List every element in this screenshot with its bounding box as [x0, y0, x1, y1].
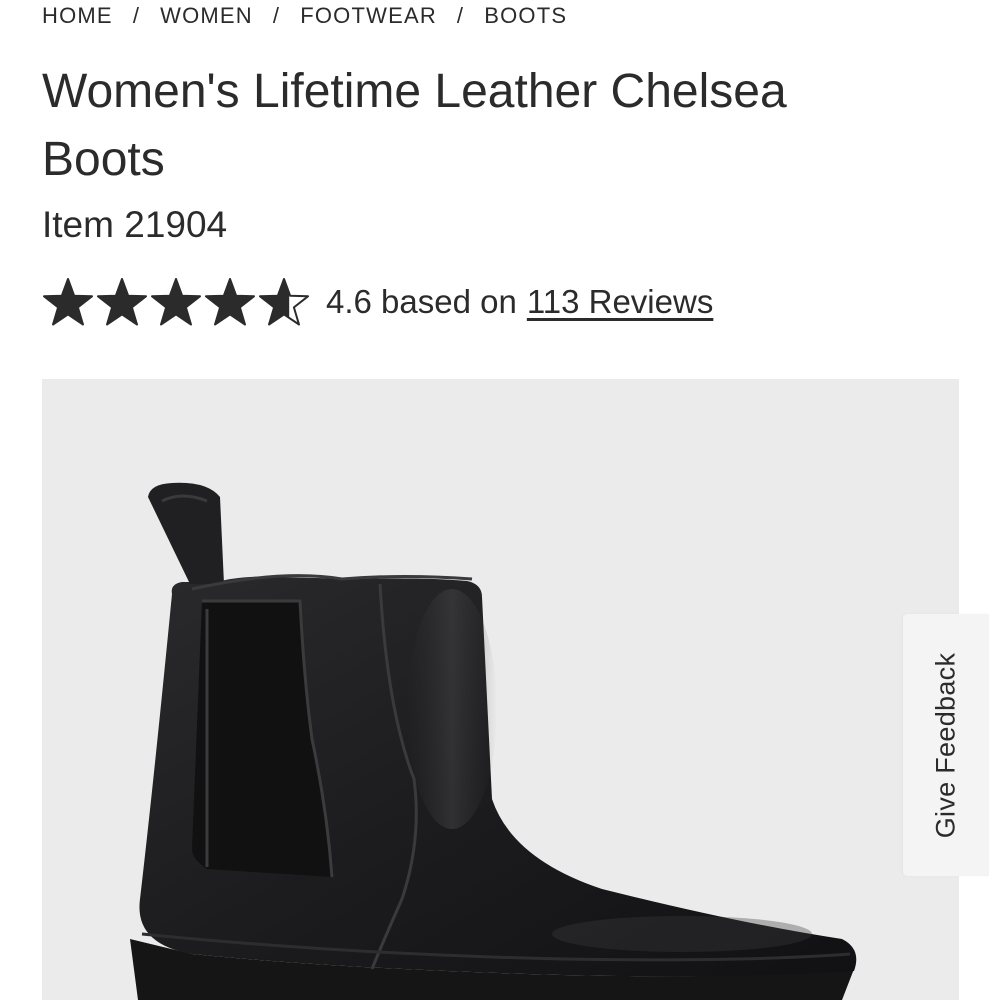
product-title: Women's Lifetime Leather Chelsea Boots: [42, 65, 787, 186]
breadcrumb-separator: /: [132, 3, 141, 28]
reviews-link[interactable]: 113 Reviews: [527, 283, 713, 321]
star-rating: [42, 277, 312, 327]
item-number: Item 21904: [42, 204, 228, 245]
breadcrumb-footwear[interactable]: FOOTWEAR: [300, 3, 437, 29]
rating-summary: 4.6 based on 113 Reviews: [42, 276, 713, 328]
chelsea-boot-icon: [130, 482, 857, 1000]
product-page: HOME / WOMEN / FOOTWEAR / BOOTS Women's …: [0, 0, 1000, 1000]
breadcrumb-women[interactable]: WOMEN: [160, 3, 253, 29]
star-full-icon: [151, 278, 201, 326]
star-full-icon: [43, 278, 93, 326]
breadcrumb-boots[interactable]: BOOTS: [484, 3, 567, 29]
star-full-icon: [97, 278, 147, 326]
breadcrumb-separator: /: [272, 3, 281, 28]
give-feedback-button[interactable]: Give Feedback: [903, 614, 989, 876]
rating-text: 4.6 based on: [326, 283, 517, 320]
breadcrumb: HOME / WOMEN / FOOTWEAR / BOOTS: [42, 3, 567, 29]
breadcrumb-home[interactable]: HOME: [42, 3, 113, 29]
star-half-icon: [259, 278, 309, 326]
product-image[interactable]: [42, 379, 959, 1000]
star-full-icon: [205, 278, 255, 326]
breadcrumb-separator: /: [456, 3, 465, 28]
give-feedback-label: Give Feedback: [930, 652, 961, 838]
